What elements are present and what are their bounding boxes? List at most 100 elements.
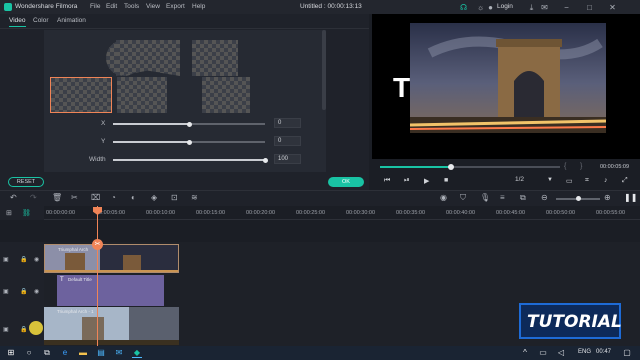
mask-wave-shape[interactable]	[116, 40, 180, 76]
voiceover-list-icon[interactable]: ≡	[500, 193, 505, 202]
slider-x-knob[interactable]	[186, 121, 192, 127]
timeline-clip-arch-1[interactable]: Triumphal Arch - 1	[44, 307, 179, 345]
speed-icon[interactable]: ◔	[111, 193, 116, 202]
green-screen-icon[interactable]: ◈	[151, 193, 157, 202]
tab-video[interactable]: Video	[9, 17, 26, 27]
zoom-out-icon[interactable]: ⊖	[541, 193, 548, 202]
preview-quality-select[interactable]: 1/2	[515, 176, 524, 183]
lightbulb-icon[interactable]: ☼	[476, 3, 485, 12]
stop-icon[interactable]: ■	[444, 177, 448, 184]
ruler-label: 00:00:00:00	[46, 210, 76, 216]
render-icon[interactable]: ◉	[440, 193, 447, 202]
mask-selected-shape[interactable]	[50, 77, 112, 113]
fit-icon[interactable]: ⊡	[171, 193, 178, 202]
monitor-icon[interactable]: ▭	[566, 177, 573, 185]
mask-settings-area	[44, 30, 326, 172]
preview-arch-image	[410, 23, 606, 133]
lock-icon[interactable]: 🔒	[20, 256, 27, 263]
step-back-icon[interactable]: ⏮	[384, 177, 390, 185]
slider-width-track[interactable]	[113, 157, 268, 163]
language-indicator[interactable]: ENG	[578, 349, 591, 355]
login-link[interactable]: Login	[497, 3, 513, 10]
file-explorer-icon[interactable]: ▬	[78, 348, 88, 358]
tab-color[interactable]: Color	[33, 17, 49, 24]
maximize-icon[interactable]: □	[585, 3, 594, 12]
menu-export[interactable]: Export	[166, 3, 185, 10]
snapshot-icon[interactable]: ⌗	[585, 177, 589, 185]
ruler-label: 00:00:25:00	[296, 210, 326, 216]
mask-square-shape[interactable]	[117, 77, 167, 113]
timeline-clip-arch[interactable]: Triumphal Arch	[44, 244, 179, 273]
zoom-in-icon[interactable]: ⊕	[604, 193, 611, 202]
shield-icon[interactable]: ⛉	[460, 193, 466, 203]
speaker-icon[interactable]: ◁	[556, 348, 566, 358]
menu-help[interactable]: Help	[192, 3, 205, 10]
split-marker-icon[interactable]: ✂	[92, 239, 103, 250]
lock-icon[interactable]: 🔒	[20, 288, 27, 295]
slider-y-knob[interactable]	[186, 139, 192, 145]
audio-mixer-icon[interactable]: ≋	[191, 193, 198, 202]
close-icon[interactable]: ✕	[608, 3, 617, 12]
windows-start-icon[interactable]: ⊞	[6, 348, 16, 358]
preview-progress-knob[interactable]	[448, 164, 454, 170]
timeline-clip-title[interactable]: T Default Title	[57, 275, 164, 306]
eye-icon[interactable]: ◉	[34, 256, 39, 263]
menu-view[interactable]: View	[146, 3, 160, 10]
reset-button[interactable]: RESET	[8, 177, 44, 187]
add-track-icon[interactable]: ⊞	[6, 209, 12, 217]
edge-browser-icon[interactable]: e	[60, 348, 70, 358]
redo-icon[interactable]: ↷	[30, 193, 37, 202]
store-icon[interactable]: ▤	[96, 348, 106, 358]
dropdown-chevron-icon[interactable]: ▼	[547, 177, 553, 183]
notifications-icon[interactable]: ▢	[622, 348, 632, 358]
slider-width-knob[interactable]	[262, 157, 268, 163]
network-icon[interactable]: ▭	[538, 348, 548, 358]
play-icon[interactable]: ▶	[424, 177, 429, 185]
lock-icon[interactable]: 🔒	[20, 326, 27, 333]
zoom-slider-knob[interactable]	[576, 196, 581, 201]
pause-timeline-icon[interactable]: ❚❚	[624, 193, 637, 202]
minimize-icon[interactable]: −	[562, 3, 571, 12]
ruler-label: 00:00:20:00	[246, 210, 276, 216]
undo-icon[interactable]: ↶	[10, 193, 17, 202]
volume-icon[interactable]: ♪	[604, 177, 608, 184]
ok-button[interactable]: OK	[328, 177, 364, 187]
menu-tools[interactable]: Tools	[124, 3, 139, 10]
mark-out-icon[interactable]: }	[580, 163, 582, 170]
slider-y-track[interactable]	[113, 139, 265, 145]
playhead-line[interactable]	[97, 206, 98, 346]
y-value-field[interactable]: 0	[274, 136, 301, 146]
tab-animation[interactable]: Animation	[57, 17, 86, 24]
menu-edit[interactable]: Edit	[106, 3, 117, 10]
cut-icon[interactable]: ✂	[71, 193, 78, 202]
mask-rectangle-shape[interactable]	[192, 40, 238, 76]
delete-icon[interactable]: 🗑	[52, 193, 62, 202]
mark-in-icon[interactable]: {	[564, 163, 566, 170]
slider-y-label: Y	[101, 138, 106, 145]
message-icon[interactable]: ✉	[540, 3, 549, 12]
mask-inverted-shape[interactable]	[202, 77, 250, 113]
user-icon[interactable]: ●	[486, 3, 495, 12]
width-value-field[interactable]: 100	[274, 154, 301, 164]
filmora-taskbar-icon[interactable]: ◆	[132, 348, 142, 358]
slider-x-track[interactable]	[113, 121, 265, 127]
snap-icon[interactable]: ⧉	[520, 193, 526, 203]
download-icon[interactable]: ⤓	[527, 3, 536, 12]
taskbar-clock[interactable]: 00:47	[596, 349, 611, 355]
eye-icon[interactable]: ◉	[34, 288, 39, 295]
mail-icon[interactable]: ✉	[114, 348, 124, 358]
headset-icon[interactable]: ☊	[459, 3, 468, 12]
x-value-field[interactable]: 0	[274, 118, 301, 128]
play-pause-icon[interactable]: ⏯	[404, 177, 410, 185]
crop-icon[interactable]: ⌧	[91, 193, 100, 202]
color-icon[interactable]: ◐	[131, 193, 136, 202]
task-view-icon[interactable]: ⧉	[42, 348, 52, 358]
fullscreen-icon[interactable]: ⤢	[622, 177, 628, 185]
panel-scrollbar[interactable]	[322, 30, 326, 110]
tray-chevron-icon[interactable]: ^	[520, 348, 530, 358]
slider-y-fill	[113, 141, 189, 143]
search-icon[interactable]: ○	[24, 348, 34, 358]
link-icon[interactable]: ⛓	[22, 209, 31, 217]
menu-file[interactable]: File	[90, 3, 100, 10]
microphone-icon[interactable]: 🎙	[480, 193, 490, 202]
